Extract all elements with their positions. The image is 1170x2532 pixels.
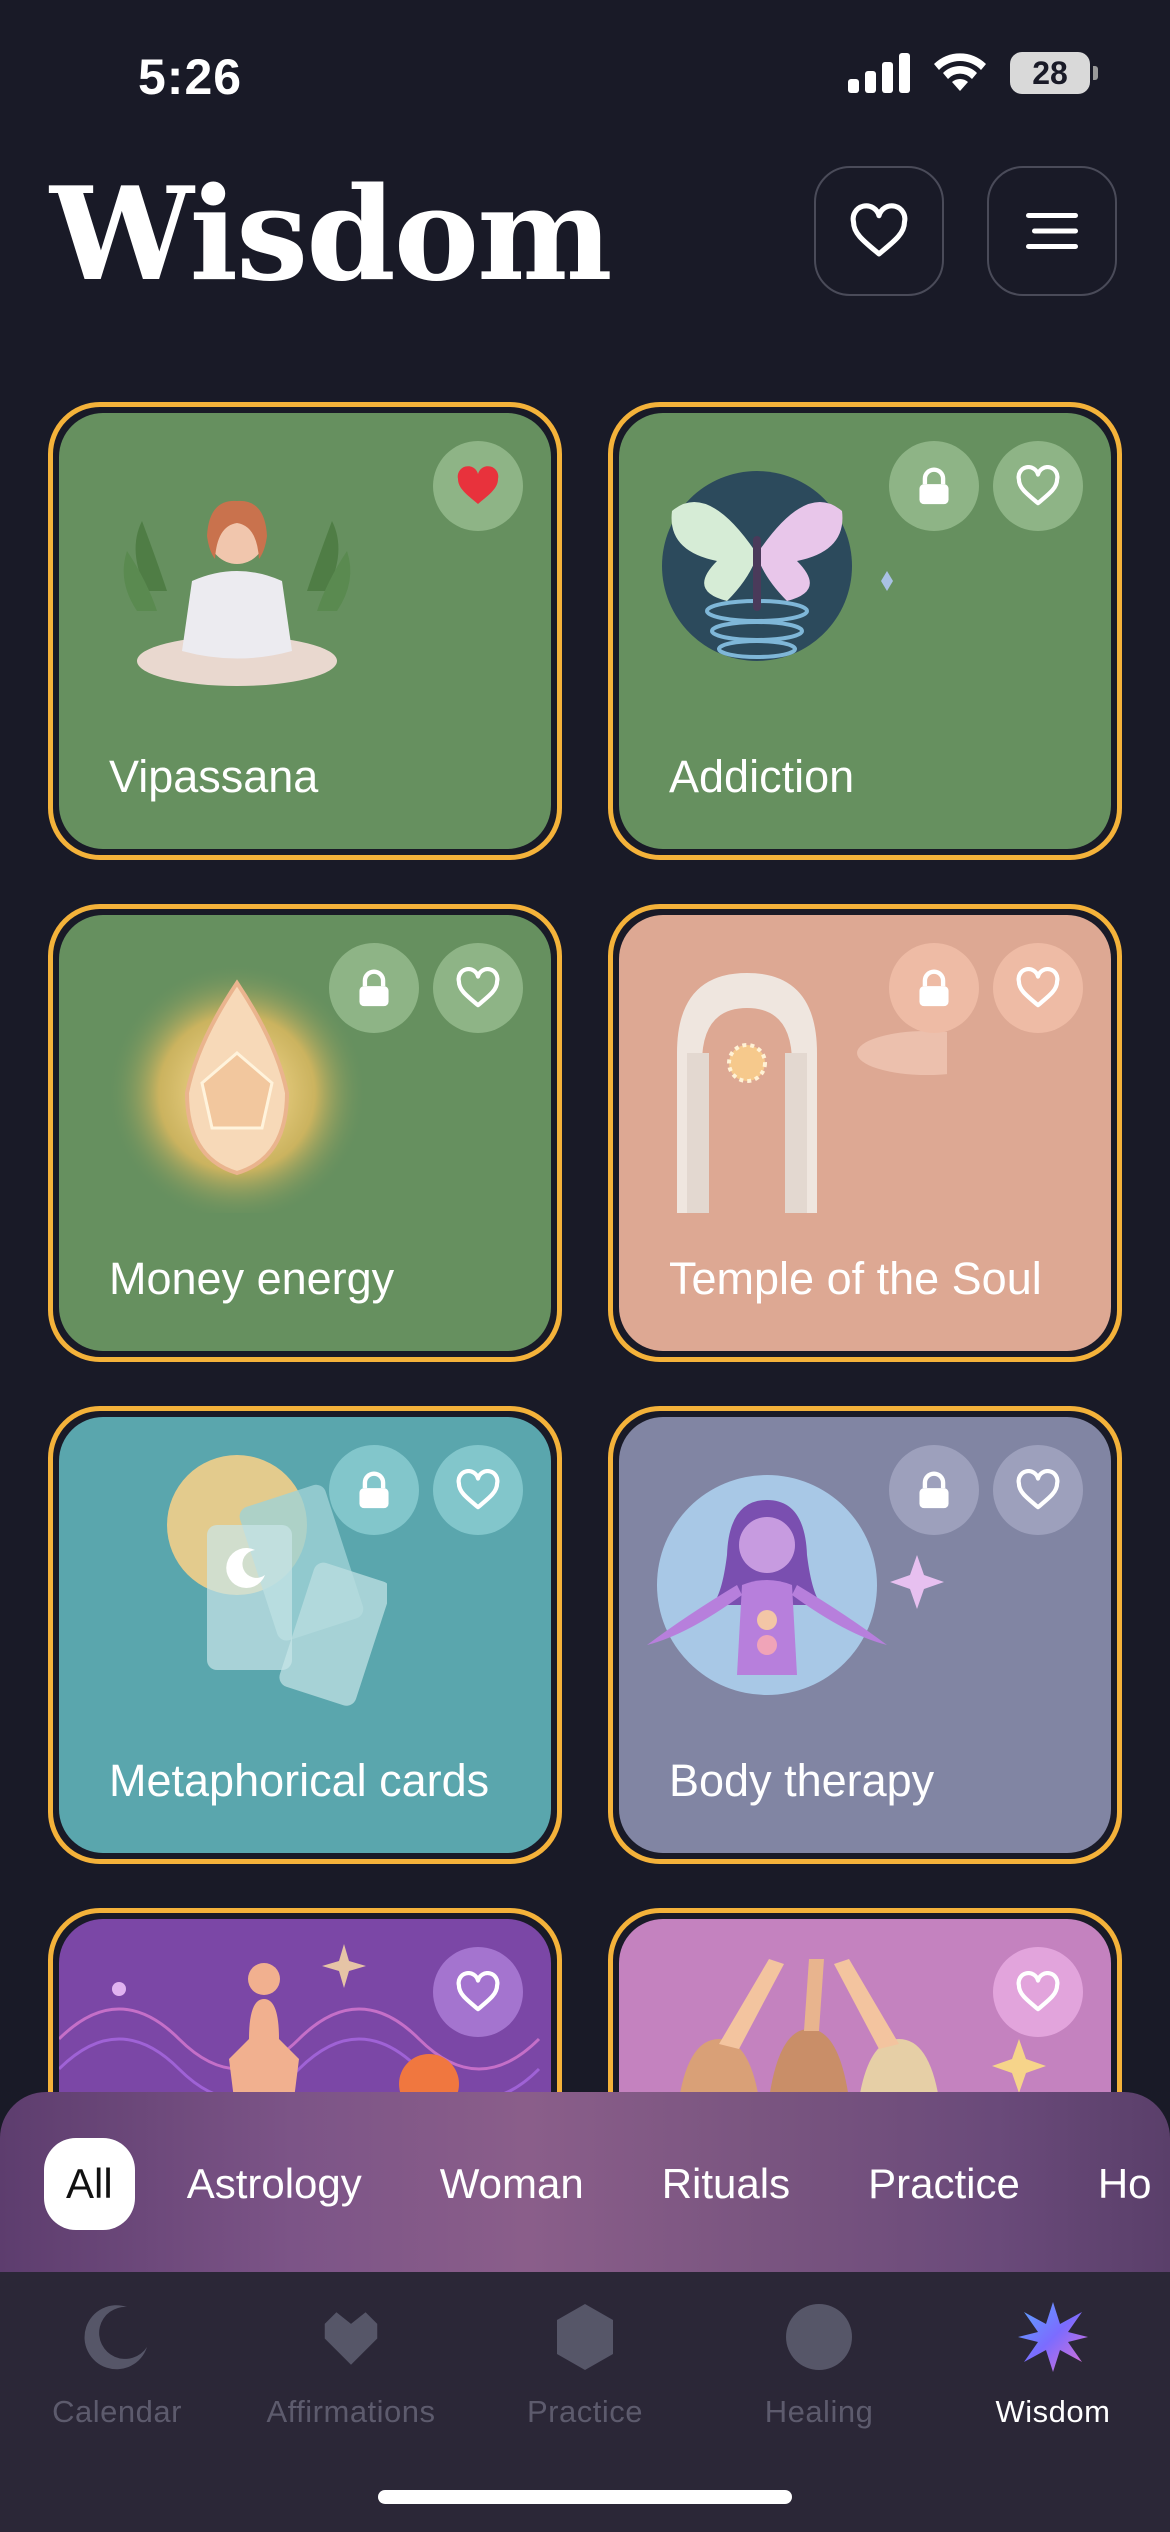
filter-chips: All Astrology Woman Rituals Practice Ho — [44, 2138, 1170, 2230]
heart-outline-icon — [1016, 1971, 1060, 2012]
favorite-button[interactable] — [993, 441, 1083, 531]
favorite-button[interactable] — [993, 1947, 1083, 2037]
hexagon-icon — [550, 2302, 620, 2372]
favorite-button[interactable] — [433, 1947, 523, 2037]
card-title: Metaphorical cards — [109, 1755, 490, 1806]
status-bar: 5:26 28 — [0, 0, 1170, 150]
filter-chip-partial[interactable]: Ho — [1072, 2138, 1170, 2230]
filter-chip-astrology[interactable]: Astrology — [161, 2138, 388, 2230]
heart-outline-icon — [1016, 967, 1060, 1008]
card-title: Body therapy — [669, 1755, 935, 1806]
filter-chip-practice[interactable]: Practice — [842, 2138, 1046, 2230]
tab-healing[interactable]: Healing — [702, 2302, 936, 2452]
heart-filled-icon — [457, 466, 499, 504]
page-title: Wisdom — [50, 160, 612, 310]
lock-icon — [359, 1471, 389, 1509]
star-burst-icon — [1018, 2302, 1088, 2372]
wifi-icon — [934, 53, 986, 91]
card-metaphorical-cards[interactable]: Metaphorical cards — [48, 1406, 562, 1864]
heart-outline-icon — [456, 1469, 500, 1510]
cellular-signal-icon — [848, 53, 910, 93]
lock-badge — [889, 1445, 979, 1535]
filter-chip-rituals[interactable]: Rituals — [636, 2138, 816, 2230]
heart-outline-icon — [850, 203, 908, 257]
lock-badge — [889, 943, 979, 1033]
card-title: Vipassana — [109, 751, 319, 802]
circle-icon — [784, 2302, 854, 2372]
menu-icon — [1026, 213, 1078, 249]
heart-icon — [316, 2302, 386, 2372]
home-indicator — [378, 2490, 792, 2504]
lock-icon — [919, 467, 949, 505]
favorite-button[interactable] — [433, 1445, 523, 1535]
heart-outline-icon — [456, 1971, 500, 2012]
lock-icon — [919, 1471, 949, 1509]
tab-affirmations[interactable]: Affirmations — [234, 2302, 468, 2452]
heart-outline-icon — [1016, 465, 1060, 506]
category-filter-bar: All Astrology Woman Rituals Practice Ho — [0, 2092, 1170, 2272]
heart-outline-icon — [1016, 1469, 1060, 1510]
card-vipassana[interactable]: Vipassana — [48, 402, 562, 860]
lock-badge — [329, 943, 419, 1033]
lock-icon — [359, 969, 389, 1007]
card-addiction[interactable]: Addiction — [608, 402, 1122, 860]
favorite-button[interactable] — [433, 441, 523, 531]
lock-badge — [889, 441, 979, 531]
tab-label: Affirmations — [266, 2394, 436, 2429]
moon-icon — [82, 2302, 152, 2372]
tab-wisdom[interactable]: Wisdom — [936, 2302, 1170, 2452]
card-body-therapy[interactable]: Body therapy — [608, 1406, 1122, 1864]
tab-label: Wisdom — [995, 2394, 1111, 2429]
favorites-button[interactable] — [814, 166, 944, 296]
card-temple-of-the-soul[interactable]: Temple of the Soul — [608, 904, 1122, 1362]
filter-chip-woman[interactable]: Woman — [414, 2138, 610, 2230]
status-time: 5:26 — [138, 49, 243, 105]
tab-calendar[interactable]: Calendar — [0, 2302, 234, 2452]
favorite-button[interactable] — [993, 943, 1083, 1033]
favorite-button[interactable] — [993, 1445, 1083, 1535]
battery-icon: 28 — [1010, 52, 1098, 94]
tab-label: Calendar — [52, 2394, 182, 2429]
lock-badge — [329, 1445, 419, 1535]
card-title: Money energy — [109, 1253, 395, 1304]
card-money-energy[interactable]: Money energy — [48, 904, 562, 1362]
tab-label: Healing — [764, 2394, 874, 2429]
lock-icon — [919, 969, 949, 1007]
card-title: Addiction — [669, 751, 855, 802]
meditation-illustration — [123, 500, 351, 686]
card-title: Temple of the Soul — [669, 1253, 1042, 1304]
tab-label: Practice — [527, 2394, 643, 2429]
tab-practice[interactable]: Practice — [468, 2302, 702, 2452]
status-icons: 28 — [848, 52, 1098, 94]
heart-outline-icon — [456, 967, 500, 1008]
filter-chip-all[interactable]: All — [44, 2138, 135, 2230]
menu-button[interactable] — [987, 166, 1117, 296]
battery-level: 28 — [1032, 54, 1068, 91]
favorite-button[interactable] — [433, 943, 523, 1033]
